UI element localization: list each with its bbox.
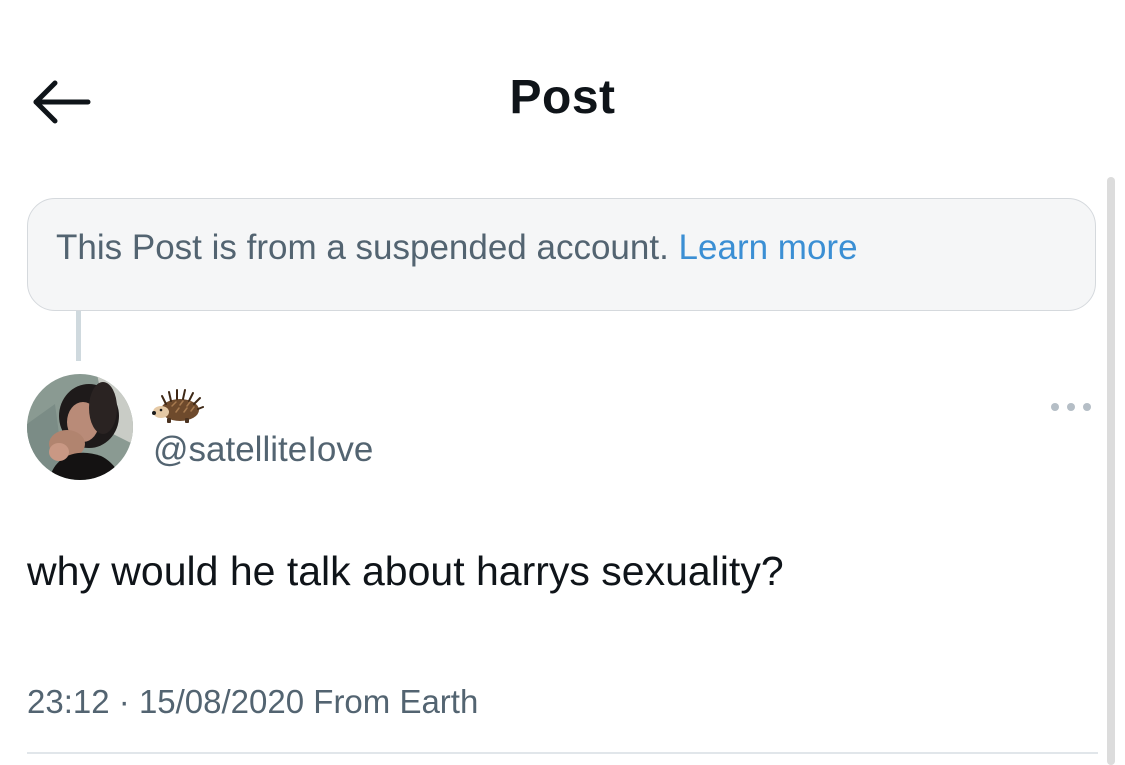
post-source: From Earth (313, 683, 479, 720)
post-time[interactable]: 23:12 (27, 683, 110, 720)
divider (27, 752, 1098, 754)
page-title: Post (509, 71, 616, 124)
more-options-button[interactable] (1046, 396, 1096, 418)
suspended-account-notice: This Post is from a suspended account. L… (27, 198, 1096, 311)
meta-separator: · (118, 683, 130, 720)
notice-text: This Post is from a suspended account. L… (56, 228, 858, 268)
post-metadata: 23:12 · 15/08/2020 From Earth (27, 683, 478, 721)
display-name[interactable] (152, 388, 204, 428)
scrollbar[interactable] (1107, 177, 1115, 765)
more-dots-icon (1051, 403, 1091, 411)
author-handle[interactable]: @satelliteIove (153, 430, 373, 470)
thread-connector-line (76, 311, 81, 361)
avatar[interactable] (27, 374, 133, 480)
learn-more-link[interactable]: Learn more (679, 228, 858, 267)
post-date[interactable]: 15/08/2020 (139, 683, 304, 720)
avatar-photo (27, 374, 133, 480)
notice-message: This Post is from a suspended account. (56, 228, 669, 267)
post-text: why would he talk about harrys sexuality… (27, 548, 784, 594)
hedgehog-emoji (152, 389, 204, 423)
